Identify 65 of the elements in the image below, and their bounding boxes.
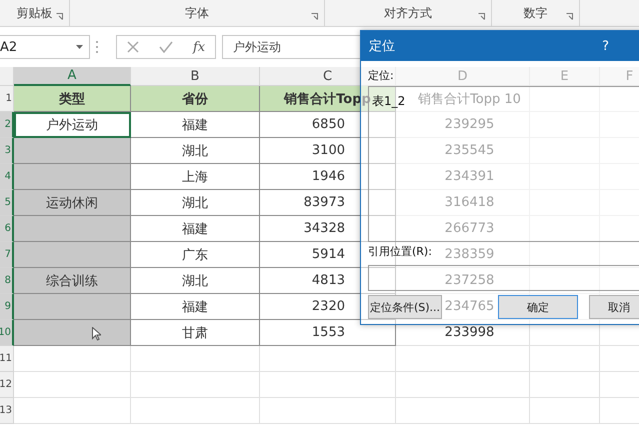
caret-icon (76, 45, 83, 49)
table-cell: 235545 (396, 138, 530, 164)
table-cell: 3100 (260, 138, 396, 164)
row-header[interactable]: 3 (0, 138, 14, 164)
row-header[interactable]: 1 (0, 86, 14, 112)
table-cell: 1946 (260, 164, 396, 190)
insert-function-button[interactable]: fx (193, 40, 206, 54)
table-cell: 上海 (131, 164, 260, 190)
dialog-launcher-icon[interactable] (478, 13, 485, 20)
header-cell: 省份 (131, 86, 260, 112)
ribbon-group-label: 对齐方式 (384, 4, 432, 22)
cell-reference: A2 (0, 40, 18, 54)
table-cell: 综合训练 (14, 268, 131, 294)
table-cell: 233998 (396, 320, 530, 346)
table-cell: 4813 (260, 268, 396, 294)
dialog-button[interactable]: 取消 (589, 295, 639, 319)
column-header[interactable]: B (131, 67, 260, 86)
table-cell: 福建 (131, 216, 260, 242)
table-cell: 316418 (396, 190, 530, 216)
table-cell: 甘肃 (131, 320, 260, 346)
ribbon-group-label: 数字 (524, 4, 548, 22)
mouse-pointer-icon (92, 327, 101, 341)
header-cell: 类型 (14, 86, 131, 112)
dialog-launcher-icon[interactable] (56, 13, 63, 20)
table-cell: 福建 (131, 112, 260, 138)
table-cell: 6850 (260, 112, 396, 138)
table-cell: 湖北 (131, 138, 260, 164)
reference-label: 引用位置(R): (368, 245, 432, 259)
dialog-button[interactable]: 确定 (498, 295, 578, 319)
cancel-icon[interactable] (127, 41, 139, 53)
row-header[interactable]: 13 (0, 398, 14, 424)
row-header[interactable]: 11 (0, 346, 14, 372)
table-cell: 34328 (260, 216, 396, 242)
dialog-launcher-icon[interactable] (566, 13, 573, 20)
check-icon[interactable] (159, 41, 173, 53)
table-cell: 83973 (260, 190, 396, 216)
table-cell: 1553 (260, 320, 396, 346)
help-button[interactable]: ? (602, 38, 609, 54)
table-cell: 运动休闲 (14, 190, 131, 216)
table-cell: 广东 (131, 242, 260, 268)
row-header[interactable]: 9 (0, 294, 14, 320)
row-header[interactable]: 8 (0, 268, 14, 294)
dialog-launcher-icon[interactable] (311, 13, 318, 20)
table-cell: 234391 (396, 164, 530, 190)
table-cell: 福建 (131, 294, 260, 320)
table-cell: 237258 (396, 268, 530, 294)
table-cell: 湖北 (131, 190, 260, 216)
column-header[interactable]: A (14, 67, 131, 86)
row-header[interactable]: 6 (0, 216, 14, 242)
table-cell: 户外运动 (14, 112, 131, 138)
list-item[interactable]: 表1_2 (372, 93, 406, 110)
reference-input-field[interactable] (368, 265, 639, 291)
row-header[interactable]: 2 (0, 112, 14, 138)
table-cell: 239295 (396, 112, 530, 138)
list-label: 定位: (368, 69, 394, 83)
dialog-title: 定位 (369, 38, 395, 55)
ribbon-group-label: 剪贴板 (16, 4, 52, 22)
table-cell: 湖北 (131, 268, 260, 294)
ribbon-group-label: 字体 (185, 4, 209, 22)
row-header[interactable]: 5 (0, 190, 14, 216)
dialog-button[interactable]: 定位条件(S)... (368, 295, 442, 319)
row-header[interactable]: 7 (0, 242, 14, 268)
row-header[interactable]: 4 (0, 164, 14, 190)
row-header[interactable]: 12 (0, 372, 14, 398)
name-box[interactable]: A2 (0, 35, 90, 59)
